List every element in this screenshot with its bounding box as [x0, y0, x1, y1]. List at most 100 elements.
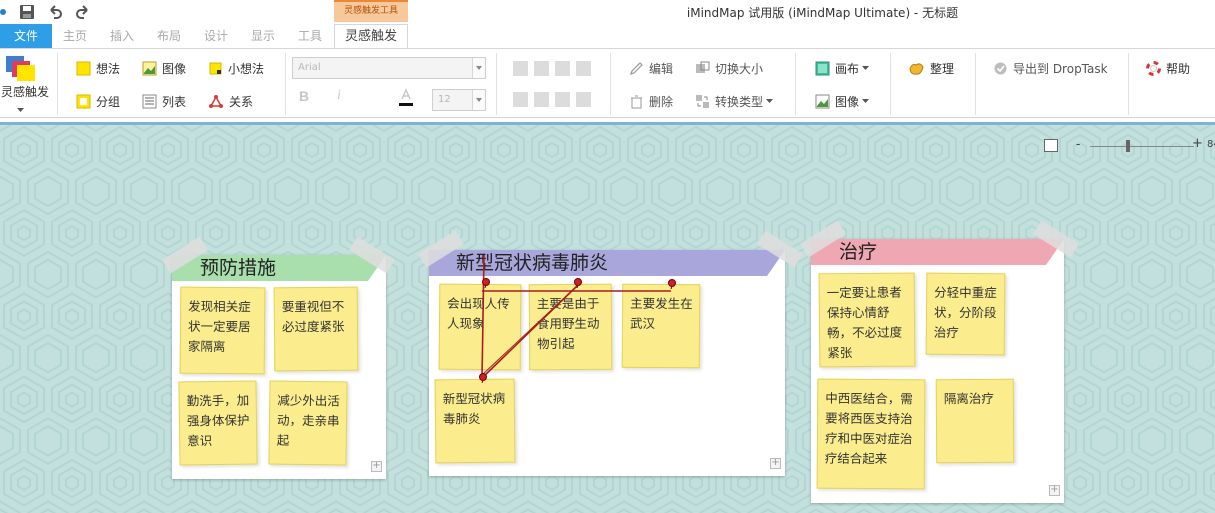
organize-button[interactable]: 整理 — [908, 60, 954, 77]
group-label: 分组 — [96, 95, 121, 109]
align-bottom-right-button[interactable] — [555, 92, 570, 107]
tab-view[interactable]: 显示 — [243, 24, 283, 48]
small-idea-icon — [209, 62, 222, 75]
pin-icon[interactable] — [573, 278, 583, 288]
align-top-justify-button[interactable] — [576, 61, 591, 76]
align-bottom-justify-button[interactable] — [576, 92, 591, 107]
chevron-down-icon — [17, 108, 24, 112]
canvas-label: 画布 — [835, 62, 860, 76]
align-top-left-button[interactable] — [513, 61, 528, 76]
background-image-label: 图像 — [835, 95, 860, 109]
idea-button[interactable]: 想法 — [76, 60, 120, 77]
sticky-notes-icon — [6, 56, 35, 81]
organize-icon — [909, 63, 924, 75]
align-bottom-left-button[interactable] — [513, 92, 528, 107]
align-bottom-center-button[interactable] — [534, 92, 549, 107]
tab-brainstorm[interactable]: 灵感触发 — [334, 24, 408, 49]
brainstorm-mode-button[interactable]: 灵感触发 — [0, 49, 50, 119]
align-top-center-button[interactable] — [534, 61, 549, 76]
list-button[interactable]: 列表 — [142, 93, 186, 110]
tab-layout[interactable]: 布局 — [149, 24, 189, 48]
ribbon-separator — [890, 53, 891, 115]
ribbon-separator — [496, 53, 497, 115]
image-icon — [142, 61, 157, 76]
font-color-icon[interactable] — [396, 87, 416, 109]
edit-label: 编辑 — [649, 62, 674, 76]
ribbon-separator — [285, 53, 286, 115]
chevron-down-icon — [766, 99, 774, 103]
relation-line[interactable] — [481, 254, 485, 379]
sticky-note[interactable]: 隔离治疗 — [935, 378, 1015, 464]
ribbon-separator — [610, 53, 611, 115]
edit-button[interactable]: 编辑 — [629, 60, 673, 77]
pin-icon[interactable] — [667, 279, 677, 289]
droptask-icon — [994, 62, 1007, 75]
relation-icon — [209, 95, 223, 108]
tab-file[interactable]: 文件 — [0, 24, 52, 48]
bold-button[interactable]: B — [299, 88, 309, 104]
image-label: 图像 — [162, 62, 187, 76]
pencil-icon — [630, 62, 643, 75]
board-treatment-header: 治疗 — [811, 239, 1064, 265]
relation-button[interactable]: 关系 — [208, 93, 253, 110]
idea-label: 想法 — [96, 62, 121, 76]
ribbon: 灵感触发 想法 图像 小想法 分组 列表 关系 Arial B i 12 编辑 … — [0, 48, 1215, 118]
delete-button[interactable]: 删除 — [629, 93, 673, 110]
brainstorm-mode-label: 灵感触发 — [0, 85, 49, 99]
help-label: 帮助 — [1166, 62, 1191, 76]
ribbon-separator — [975, 53, 976, 115]
chevron-down-icon — [862, 66, 870, 70]
export-droptask-label: 导出到 DropTask — [1013, 62, 1108, 76]
ribbon-separator — [1128, 53, 1129, 115]
small-idea-button[interactable]: 小想法 — [208, 60, 264, 77]
title-bar: 灵感触发工具 iMindMap 试用版 (iMindMap Ultimate) … — [0, 0, 1215, 24]
chevron-down-icon — [472, 58, 485, 78]
chevron-down-icon — [472, 90, 485, 110]
group-button[interactable]: 分组 — [76, 93, 120, 110]
list-label: 列表 — [162, 95, 187, 109]
brainstorm-canvas[interactable]: - + 84 预防措施 + 发现相关症状一定要居家隔离 要重视但不必过度紧张 勤… — [0, 125, 1215, 513]
list-icon — [142, 94, 157, 109]
font-family-select[interactable]: Arial — [292, 57, 486, 79]
relation-line[interactable] — [481, 284, 579, 376]
pin-icon[interactable] — [481, 278, 491, 288]
sticky-note[interactable]: 一定要让患者保持心情舒畅，不必过度紧张 — [818, 272, 916, 368]
convert-type-button[interactable]: 转换类型 — [695, 93, 778, 110]
tab-tools[interactable]: 工具 — [290, 24, 330, 48]
convert-icon — [696, 95, 709, 108]
board-add-button[interactable]: + — [1049, 485, 1060, 496]
delete-label: 删除 — [649, 95, 674, 109]
relation-label: 关系 — [229, 95, 254, 109]
trash-icon — [631, 95, 642, 109]
font-size-value: 12 — [438, 94, 451, 105]
background-image-button[interactable]: 图像 — [815, 93, 874, 110]
resize-icon — [696, 61, 710, 73]
font-family-value: Arial — [298, 62, 321, 73]
convert-type-label: 转换类型 — [715, 95, 764, 109]
font-size-select[interactable]: 12 — [432, 89, 486, 111]
sticky-note[interactable]: 中西医结合，需要将西医支持治疗和中医对症治疗结合起来 — [816, 378, 926, 490]
export-droptask-button[interactable]: 导出到 DropTask — [993, 60, 1108, 77]
sticky-note[interactable]: 分轻中重症状，分阶段治疗 — [925, 272, 1006, 356]
help-button[interactable]: 帮助 — [1146, 60, 1190, 77]
group-icon — [76, 94, 91, 109]
tab-design[interactable]: 设计 — [196, 24, 236, 48]
align-top-right-button[interactable] — [555, 61, 570, 76]
board-title[interactable]: 治疗 — [839, 239, 877, 265]
image-icon — [815, 94, 830, 109]
tab-insert[interactable]: 插入 — [102, 24, 142, 48]
ribbon-separator — [57, 53, 58, 115]
window-title: iMindMap 试用版 (iMindMap Ultimate) - 无标题 — [686, 6, 959, 20]
canvas-button[interactable]: 画布 — [815, 60, 874, 77]
ribbon-tabs: 文件 主页 插入 布局 设计 显示 工具 灵感触发 — [0, 24, 1215, 49]
canvas-icon — [815, 61, 830, 76]
lifebuoy-icon — [1146, 61, 1161, 76]
toggle-size-button[interactable]: 切换大小 — [695, 60, 763, 77]
tab-home[interactable]: 主页 — [55, 24, 95, 48]
pin-icon[interactable] — [478, 373, 488, 383]
image-button[interactable]: 图像 — [142, 60, 186, 77]
chevron-down-icon — [862, 99, 870, 103]
italic-button[interactable]: i — [337, 88, 341, 104]
ribbon-separator — [795, 53, 796, 115]
idea-icon — [76, 61, 91, 76]
